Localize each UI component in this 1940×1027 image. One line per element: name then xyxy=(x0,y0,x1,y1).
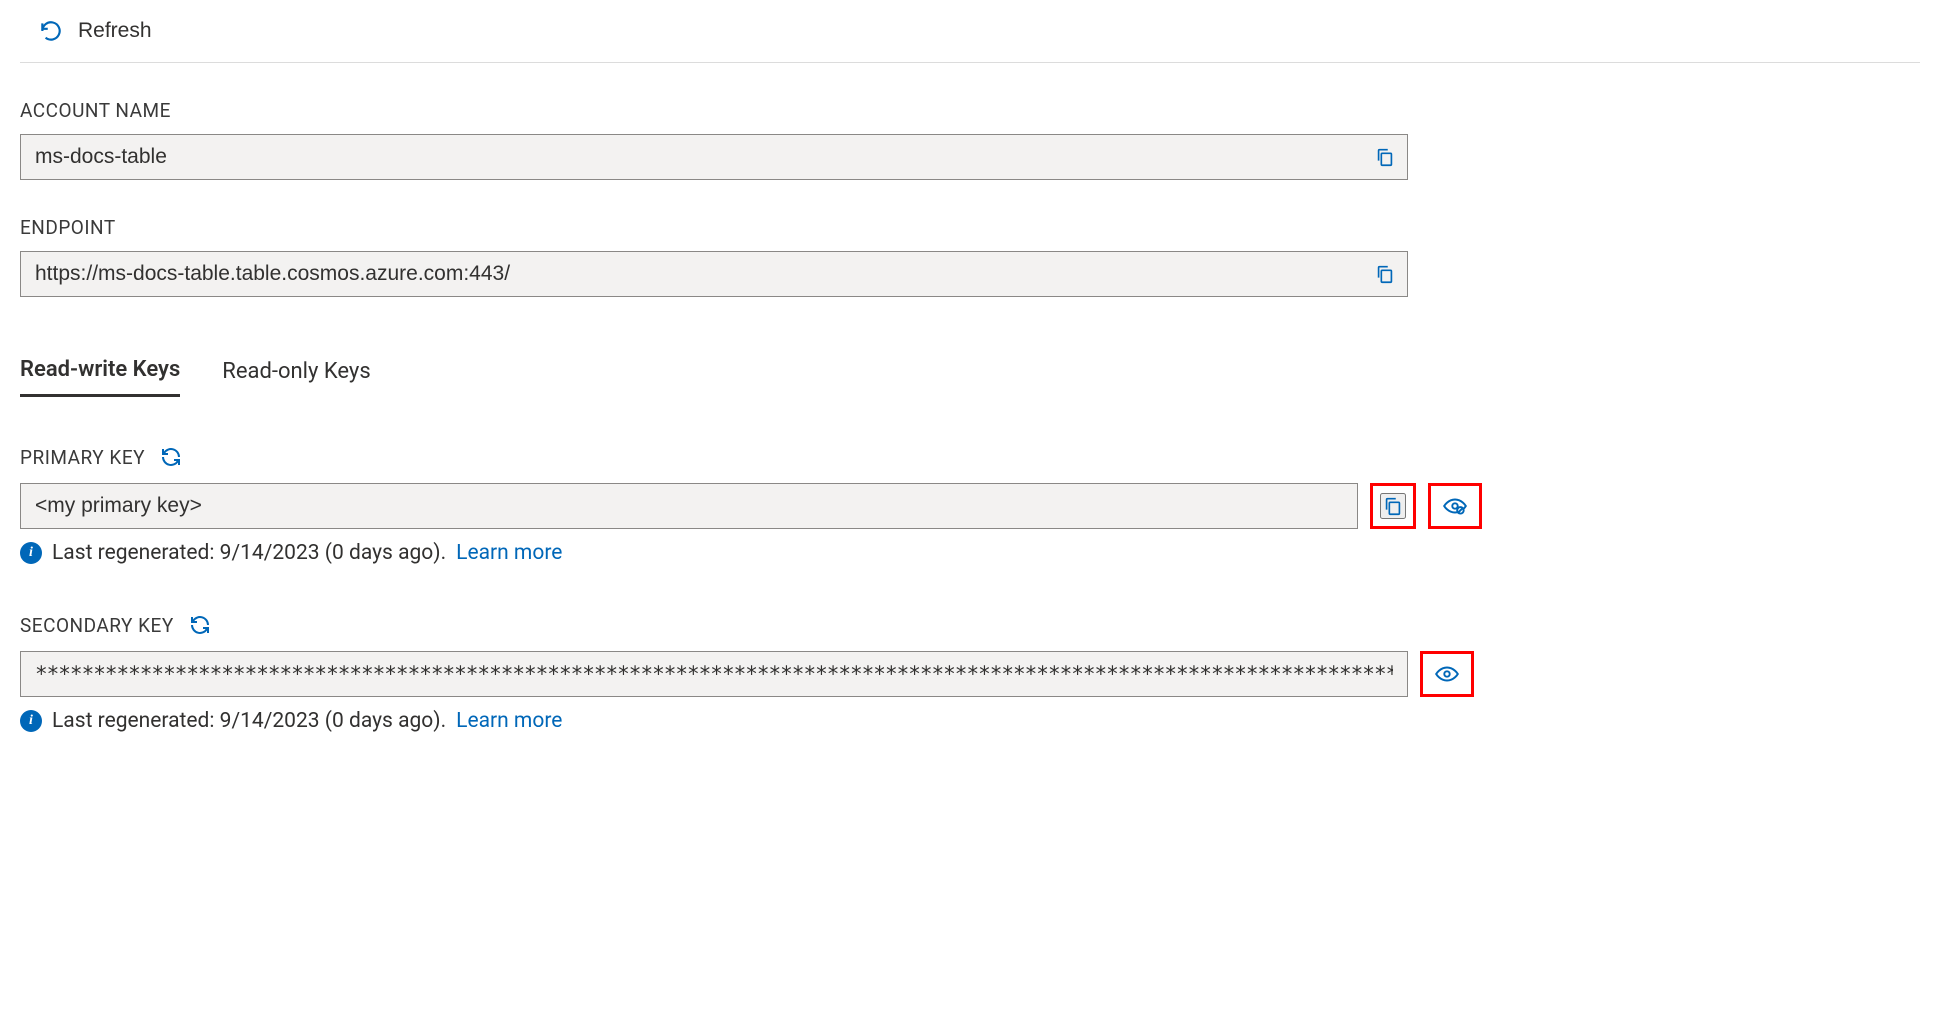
hide-primary-key-button[interactable] xyxy=(1428,483,1482,529)
endpoint-section: ENDPOINT xyxy=(20,216,1920,297)
primary-key-info-text: Last regenerated: 9/14/2023 (0 days ago)… xyxy=(52,541,446,565)
primary-key-input-row xyxy=(20,483,1358,529)
primary-key-row xyxy=(20,483,1920,529)
copy-account-name-button[interactable] xyxy=(1363,135,1407,179)
key-tabs: Read-write Keys Read-only Keys xyxy=(20,357,1920,397)
secondary-key-label-row: SECONDARY KEY xyxy=(20,613,1920,637)
endpoint-input[interactable] xyxy=(21,252,1363,296)
primary-key-info: i Last regenerated: 9/14/2023 (0 days ag… xyxy=(20,541,1920,565)
endpoint-row xyxy=(20,251,1408,297)
copy-endpoint-button[interactable] xyxy=(1363,252,1407,296)
show-secondary-key-button[interactable] xyxy=(1420,651,1474,697)
primary-key-learn-more-link[interactable]: Learn more xyxy=(456,541,562,565)
account-name-label: ACCOUNT NAME xyxy=(20,99,1920,122)
tab-read-write-keys[interactable]: Read-write Keys xyxy=(20,357,180,397)
eye-show-icon xyxy=(1434,661,1460,687)
primary-key-input[interactable] xyxy=(21,484,1357,528)
primary-key-label-row: PRIMARY KEY xyxy=(20,445,1920,469)
regenerate-primary-key-button[interactable] xyxy=(159,445,183,469)
info-icon: i xyxy=(20,542,42,564)
refresh-icon xyxy=(38,18,64,44)
copy-icon xyxy=(1382,495,1404,517)
tab-read-only-keys[interactable]: Read-only Keys xyxy=(222,357,370,397)
secondary-key-input[interactable] xyxy=(21,652,1407,696)
copy-icon xyxy=(1374,263,1396,285)
secondary-key-info: i Last regenerated: 9/14/2023 (0 days ag… xyxy=(20,709,1920,733)
account-name-row xyxy=(20,134,1408,180)
toolbar: Refresh xyxy=(20,0,1920,63)
refresh-button[interactable]: Refresh xyxy=(38,18,152,44)
endpoint-label: ENDPOINT xyxy=(20,216,1920,239)
copy-icon xyxy=(1374,146,1396,168)
refresh-label: Refresh xyxy=(78,19,152,43)
eye-hide-icon xyxy=(1442,493,1468,519)
copy-primary-key-highlight xyxy=(1370,483,1416,529)
primary-key-label: PRIMARY KEY xyxy=(20,446,145,469)
account-name-input[interactable] xyxy=(21,135,1363,179)
primary-key-section: PRIMARY KEY xyxy=(20,445,1920,565)
secondary-key-label: SECONDARY KEY xyxy=(20,614,174,637)
account-name-section: ACCOUNT NAME xyxy=(20,99,1920,180)
regenerate-secondary-key-button[interactable] xyxy=(188,613,212,637)
secondary-key-row xyxy=(20,651,1920,697)
info-icon: i xyxy=(20,710,42,732)
copy-primary-key-button[interactable] xyxy=(1380,493,1406,519)
secondary-key-input-row xyxy=(20,651,1408,697)
secondary-key-learn-more-link[interactable]: Learn more xyxy=(456,709,562,733)
secondary-key-info-text: Last regenerated: 9/14/2023 (0 days ago)… xyxy=(52,709,446,733)
secondary-key-section: SECONDARY KEY i Last regenerated: 9/14/2… xyxy=(20,613,1920,733)
